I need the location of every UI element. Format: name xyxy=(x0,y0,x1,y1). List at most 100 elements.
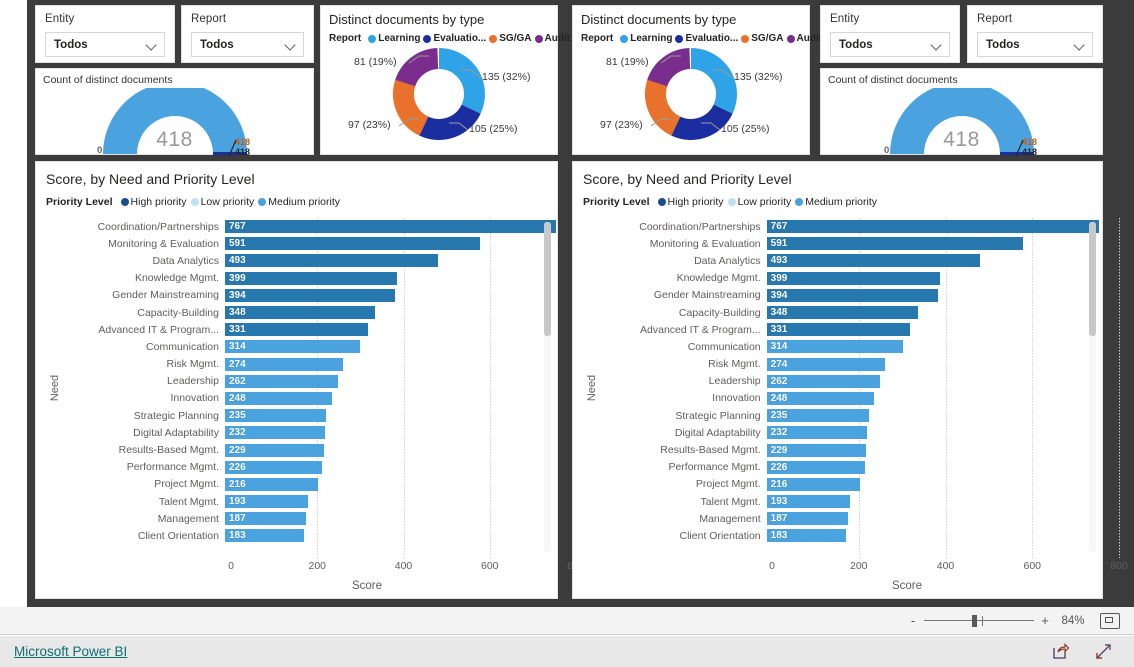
chevron-down-icon[interactable] xyxy=(931,39,942,50)
barchart-row[interactable]: Innovation 248 xyxy=(573,390,1104,407)
fit-to-page-icon[interactable] xyxy=(1100,612,1120,629)
barchart-bar[interactable]: 193 xyxy=(766,495,851,509)
barchart-row[interactable]: Capacity-Building 348 xyxy=(36,304,559,321)
slicer-entity-right[interactable]: Entity Todos xyxy=(820,5,960,63)
barchart-row[interactable]: Results-Based Mgmt. 229 xyxy=(36,441,559,458)
barchart-row[interactable]: Project Mgmt. 216 xyxy=(573,476,1104,493)
barchart-row[interactable]: Coordination/Partnerships 767 xyxy=(573,218,1104,235)
slicer-entity-dropdown[interactable]: Todos xyxy=(830,32,950,57)
barchart-bar[interactable]: 591 xyxy=(224,237,480,251)
barchart-row[interactable]: Risk Mgmt. 274 xyxy=(36,356,559,373)
barchart-row[interactable]: Digital Adaptability 232 xyxy=(573,424,1104,441)
legend-item-sgga[interactable]: SG/GA xyxy=(489,33,532,44)
legend-item-medium-priority[interactable]: Medium priority xyxy=(795,196,877,208)
barchart-bar[interactable]: 226 xyxy=(766,460,865,474)
barchart-bar[interactable]: 235 xyxy=(224,409,327,423)
slicer-entity-dropdown[interactable]: Todos xyxy=(45,32,165,57)
barchart-scrollbar[interactable] xyxy=(544,222,551,552)
barchart-bar[interactable]: 274 xyxy=(766,357,886,371)
barchart-bar[interactable]: 248 xyxy=(766,391,875,405)
legend-item-sgga[interactable]: SG/GA xyxy=(741,33,784,44)
zoom-slider[interactable] xyxy=(924,614,1034,628)
donut-legend[interactable]: Report Learning Evaluatio... SG/GA Audit xyxy=(321,27,570,44)
barchart-bar[interactable]: 767 xyxy=(766,220,1100,234)
barchart-row[interactable]: Talent Mgmt. 193 xyxy=(36,493,559,510)
barchart-bar[interactable]: 314 xyxy=(224,340,361,354)
barchart-bar[interactable]: 767 xyxy=(224,220,556,234)
barchart-row[interactable]: Client Orientation 183 xyxy=(573,527,1104,544)
barchart-bar[interactable]: 493 xyxy=(766,254,981,268)
legend-item-high-priority[interactable]: High priority xyxy=(657,196,724,208)
barchart-bar[interactable]: 187 xyxy=(224,512,306,526)
donut-legend[interactable]: Report Learning Evaluatio... SG/GA Audit xyxy=(573,27,822,44)
barchart-bar[interactable]: 229 xyxy=(766,443,866,457)
legend-item-low-priority[interactable]: Low priority xyxy=(190,196,254,208)
slicer-report-dropdown[interactable]: Todos xyxy=(977,32,1093,57)
barchart-bar[interactable]: 348 xyxy=(766,306,918,320)
barchart-bar[interactable]: 187 xyxy=(766,512,848,526)
chevron-down-icon[interactable] xyxy=(285,39,296,50)
barchart-bar[interactable]: 348 xyxy=(224,306,376,320)
barchart-bar[interactable]: 193 xyxy=(224,495,309,509)
barchart-row[interactable]: Performance Mgmt. 226 xyxy=(36,459,559,476)
barchart-row[interactable]: Advanced IT & Program... 331 xyxy=(36,321,559,338)
barchart-scrollbar-thumb[interactable] xyxy=(544,222,551,336)
gauge-card-right[interactable]: Count of distinct documents 418 0 418 41… xyxy=(820,68,1103,157)
slicer-report-right[interactable]: Report Todos xyxy=(967,5,1103,63)
barchart-bar[interactable]: 399 xyxy=(224,271,398,285)
barchart-row[interactable]: Strategic Planning 235 xyxy=(573,407,1104,424)
donut-card-left[interactable]: Distinct documents by type Report Learni… xyxy=(320,5,570,155)
barchart-scrollbar[interactable] xyxy=(1089,222,1096,552)
barchart-bar[interactable]: 399 xyxy=(766,271,940,285)
barchart-legend[interactable]: Priority Level High priority Low priorit… xyxy=(36,187,557,208)
barchart-bar[interactable]: 229 xyxy=(224,443,324,457)
barchart-row[interactable]: Capacity-Building 348 xyxy=(573,304,1104,321)
slicer-report-left[interactable]: Report Todos xyxy=(181,5,314,63)
barchart-row[interactable]: Management 187 xyxy=(36,510,559,527)
barchart-bar[interactable]: 274 xyxy=(224,357,344,371)
legend-item-low-priority[interactable]: Low priority xyxy=(727,196,791,208)
barchart-bar[interactable]: 591 xyxy=(766,237,1023,251)
legend-item-high-priority[interactable]: High priority xyxy=(120,196,187,208)
barchart-bar[interactable]: 216 xyxy=(766,477,861,491)
legend-item-audit[interactable]: Audit xyxy=(786,33,822,44)
barchart-row[interactable]: Strategic Planning 235 xyxy=(36,407,559,424)
slicer-entity-left[interactable]: Entity Todos xyxy=(35,5,175,63)
barchart-row[interactable]: Gender Mainstreaming 394 xyxy=(36,287,559,304)
slicer-report-dropdown[interactable]: Todos xyxy=(191,32,304,57)
legend-item-audit[interactable]: Audit xyxy=(534,33,570,44)
barchart-row[interactable]: Talent Mgmt. 193 xyxy=(573,493,1104,510)
barchart-bar[interactable]: 226 xyxy=(224,460,323,474)
barchart-row[interactable]: Gender Mainstreaming 394 xyxy=(573,287,1104,304)
legend-item-learning[interactable]: Learning xyxy=(368,33,420,44)
barchart-row[interactable]: Management 187 xyxy=(573,510,1104,527)
barchart-row[interactable]: Communication 314 xyxy=(573,338,1104,355)
donut-card-right[interactable]: Distinct documents by type Report Learni… xyxy=(572,5,822,155)
barchart-row[interactable]: Coordination/Partnerships 767 xyxy=(36,218,559,235)
barchart-row[interactable]: Project Mgmt. 216 xyxy=(36,476,559,493)
barchart-bar[interactable]: 183 xyxy=(766,529,847,543)
barchart-row[interactable]: Results-Based Mgmt. 229 xyxy=(573,441,1104,458)
legend-item-evaluation[interactable]: Evaluatio... xyxy=(423,33,486,44)
barchart-bar[interactable]: 331 xyxy=(766,323,911,337)
barchart-row[interactable]: Knowledge Mgmt. 399 xyxy=(36,270,559,287)
barchart-row[interactable]: Knowledge Mgmt. 399 xyxy=(573,270,1104,287)
share-icon[interactable] xyxy=(1052,643,1070,660)
barchart-bar[interactable]: 314 xyxy=(766,340,903,354)
gauge-card-left[interactable]: Count of distinct documents 418 0 418 41… xyxy=(35,68,314,157)
barchart-bar[interactable]: 216 xyxy=(224,477,319,491)
chevron-down-icon[interactable] xyxy=(1074,39,1085,50)
barchart-card-right[interactable]: Score, by Need and Priority Level Priori… xyxy=(572,161,1128,599)
barchart-row[interactable]: Communication 314 xyxy=(36,338,559,355)
barchart-legend[interactable]: Priority Level High priority Low priorit… xyxy=(573,187,1102,208)
microsoft-power-bi-link[interactable]: Microsoft Power BI xyxy=(14,644,127,659)
zoom-toolbar[interactable]: - + 84% xyxy=(0,607,1134,635)
barchart-row[interactable]: Data Analytics 493 xyxy=(36,252,559,269)
fullscreen-icon[interactable] xyxy=(1095,643,1112,660)
chevron-down-icon[interactable] xyxy=(146,39,157,50)
barchart-row[interactable]: Monitoring & Evaluation 591 xyxy=(573,235,1104,252)
barchart-row[interactable]: Risk Mgmt. 274 xyxy=(573,356,1104,373)
barchart-bar[interactable]: 493 xyxy=(224,254,438,268)
barchart-bar[interactable]: 248 xyxy=(224,391,332,405)
barchart-bar[interactable]: 394 xyxy=(224,288,395,302)
